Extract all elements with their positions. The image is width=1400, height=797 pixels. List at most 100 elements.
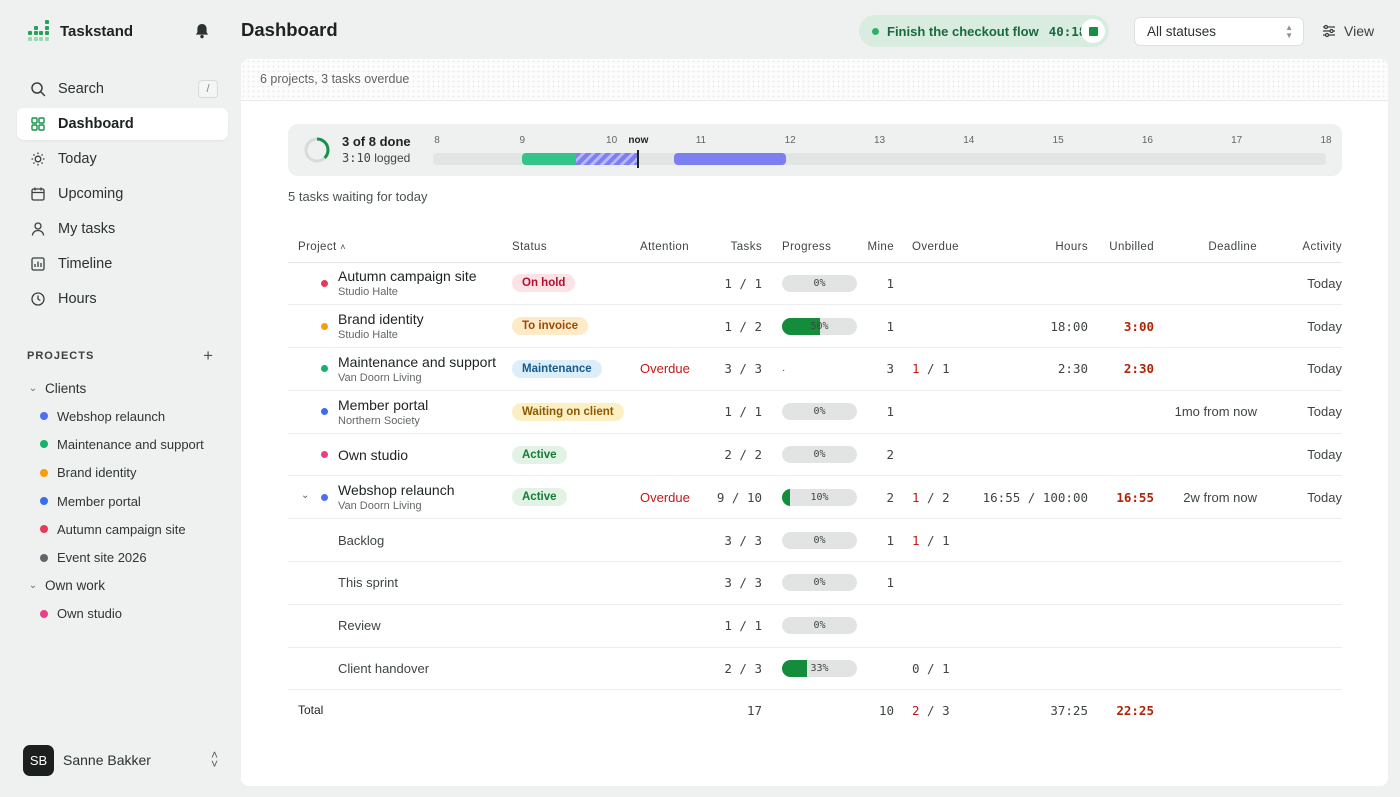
nav-my-tasks[interactable]: My tasks	[17, 213, 228, 245]
table-row-own-studio[interactable]: Own studio Active 2 / 2 0% 2 Today	[288, 433, 1342, 477]
project-name[interactable]: Brand identity	[338, 311, 512, 327]
hour-tick-13: 13	[873, 135, 886, 146]
project-color-dot	[321, 322, 328, 330]
activity: Today	[1307, 275, 1342, 291]
group-own-work[interactable]: ⌄ Own work	[27, 572, 227, 600]
sublist-row-this-sprint[interactable]: This sprint 3 / 3 0% 1	[288, 561, 1342, 605]
project-name[interactable]: Member portal	[338, 397, 512, 413]
activity: Today	[1307, 318, 1342, 334]
sublist-row-client-handover[interactable]: Client handover 2 / 3 33% 0 / 1	[288, 647, 1342, 691]
value-a: 1	[912, 489, 920, 505]
progress-label: 0%	[813, 534, 826, 546]
main-nav: Search / Dashboard Today Upcoming My tas…	[17, 73, 228, 318]
sublist-name[interactable]: Review	[338, 618, 381, 633]
value-a: 1	[724, 618, 732, 634]
chevron-down-icon: ⌄	[28, 382, 38, 394]
sidebar-project-member-portal[interactable]: Member portal	[27, 487, 227, 515]
col-project-header[interactable]: Project ˄	[288, 233, 512, 263]
table-row-brand-identity[interactable]: Brand identity Studio Halte To invoice 1 / …	[288, 304, 1342, 349]
project-name[interactable]: Autumn campaign site	[338, 268, 512, 284]
mine-count: 1	[886, 532, 894, 548]
nav-today[interactable]: Today	[17, 143, 228, 175]
calendar-icon	[31, 187, 45, 201]
sublist-name[interactable]: Backlog	[338, 533, 384, 548]
nav-timeline-label: Timeline	[58, 256, 113, 272]
status-badge[interactable]: Maintenance	[512, 359, 602, 378]
projects-section-title: PROJECTS	[27, 349, 95, 362]
bell-icon[interactable]	[193, 22, 211, 40]
sidebar-project-maintenance-and-support[interactable]: Maintenance and support	[27, 430, 227, 458]
timeline-segment-in-progress[interactable]	[575, 153, 639, 165]
nav-upcoming[interactable]: Upcoming	[17, 178, 228, 210]
sidebar-project-autumn-campaign-site[interactable]: Autumn campaign site	[27, 515, 227, 543]
col-tasks-header[interactable]: Tasks	[707, 233, 772, 263]
table-row-webshop-relaunch[interactable]: ⌄ Webshop relaunch Van Doorn Living Active O…	[288, 475, 1342, 520]
col-status-header[interactable]: Status	[512, 233, 640, 263]
group-clients[interactable]: ⌄ Clients	[27, 374, 227, 402]
now-label: now	[628, 135, 649, 146]
value-b: 10	[746, 489, 762, 505]
table-row-autumn-campaign-site[interactable]: Autumn campaign site Studio Halte On hold 1…	[288, 262, 1342, 306]
add-project-plus-icon[interactable]: +	[203, 347, 213, 364]
nav-hours[interactable]: Hours	[17, 283, 228, 315]
nav-timeline[interactable]: Timeline	[17, 248, 228, 280]
col-overdue-header[interactable]: Overdue	[894, 233, 962, 263]
value-b: 2	[754, 318, 762, 334]
timeline-chart-icon	[31, 257, 45, 271]
view-button[interactable]: View	[1322, 20, 1374, 42]
active-timer[interactable]: Finish the checkout flow 40:18	[859, 15, 1109, 47]
value-a: 2	[724, 661, 732, 677]
chevron-down-icon[interactable]: ⌄	[301, 490, 309, 501]
nav-search[interactable]: Search /	[17, 73, 228, 105]
status-filter-select[interactable]: All statuses ▲ ▼	[1134, 17, 1304, 46]
table-row-member-portal[interactable]: Member portal Northern Society Waiting on …	[288, 390, 1342, 434]
total-overdue-a: 2	[912, 702, 920, 718]
value-b: 3	[754, 532, 762, 548]
user-menu[interactable]: SB Sanne Bakker ˄ ˅	[23, 744, 218, 776]
sublist-name[interactable]: This sprint	[338, 575, 398, 590]
col-progress-header[interactable]: Progress	[772, 233, 862, 263]
value-b: 1	[754, 404, 762, 420]
project-name[interactable]: Webshop relaunch	[338, 482, 512, 498]
brand[interactable]: Taskstand	[28, 20, 133, 42]
project-name[interactable]: Maintenance and support	[338, 354, 512, 370]
col-mine-header[interactable]: Mine	[862, 233, 894, 263]
hours-logged: 2:30	[1057, 361, 1088, 377]
col-activity-header[interactable]: Activity	[1257, 233, 1342, 263]
total-unbilled: 22:25	[1116, 702, 1154, 718]
col-unbilled-header[interactable]: Unbilled	[1088, 233, 1154, 263]
project-color-dot	[40, 412, 48, 421]
search-icon	[31, 82, 46, 97]
user-name: Sanne Bakker	[63, 752, 151, 768]
value-a: 1	[912, 532, 920, 548]
activity: Today	[1307, 404, 1342, 420]
status-badge[interactable]: To invoice	[512, 317, 589, 336]
sidebar-project-own-studio[interactable]: Own studio	[27, 600, 227, 628]
sublist-row-backlog[interactable]: Backlog 3 / 3 0% 1 1 / 1	[288, 518, 1342, 563]
sublist-row-review[interactable]: Review 1 / 1 0%	[288, 604, 1342, 648]
status-badge[interactable]: Active	[512, 445, 567, 464]
nav-dashboard[interactable]: Dashboard	[17, 108, 228, 140]
table-row-maintenance-and-support[interactable]: Maintenance and support Van Doorn Living M…	[288, 347, 1342, 391]
timeline-segment-logged[interactable]	[522, 153, 576, 165]
timeline-segment-planned[interactable]	[674, 153, 786, 165]
total-label: Total	[288, 689, 512, 730]
sidebar-project-brand-identity[interactable]: Brand identity	[27, 459, 227, 487]
col-hours-header[interactable]: Hours	[962, 233, 1088, 263]
progress-bar: 33%	[782, 660, 857, 678]
col-deadline-header[interactable]: Deadline	[1154, 233, 1257, 263]
deadline: 2w from now	[1183, 489, 1257, 505]
activity: Today	[1307, 361, 1342, 377]
status-badge[interactable]: On hold	[512, 274, 576, 293]
stop-timer-button[interactable]	[1081, 19, 1105, 43]
sidebar-project-webshop-relaunch[interactable]: Webshop relaunch	[27, 402, 227, 430]
hour-tick-14: 14	[963, 135, 975, 146]
status-badge[interactable]: Active	[512, 488, 567, 507]
project-name[interactable]: Own studio	[338, 447, 512, 463]
sublist-name[interactable]: Client handover	[338, 661, 429, 676]
status-badge[interactable]: Waiting on client	[512, 402, 624, 421]
col-attention-header[interactable]: Attention	[640, 233, 707, 263]
sidebar-project-event-site-2026[interactable]: Event site 2026	[27, 543, 227, 571]
project-label: Maintenance and support	[57, 436, 204, 452]
unbilled-hours: 16:55	[1116, 489, 1154, 505]
